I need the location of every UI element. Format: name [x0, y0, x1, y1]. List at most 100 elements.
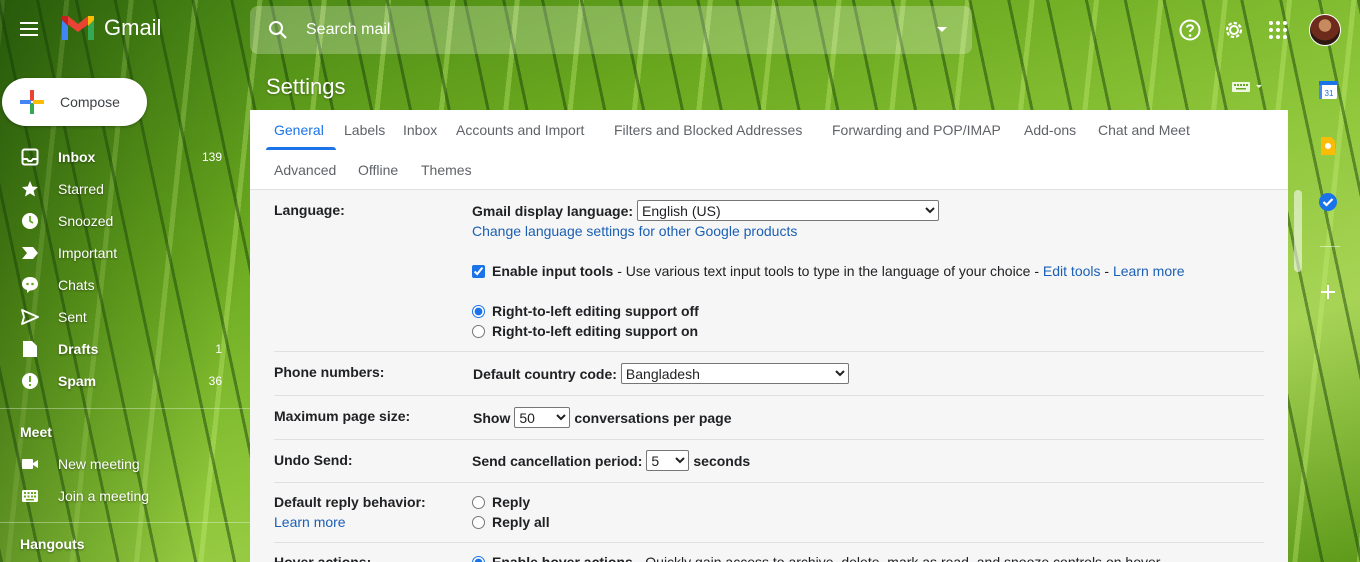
- reply-all-radio[interactable]: [472, 515, 485, 529]
- join-meeting-button[interactable]: Join a meeting: [0, 480, 240, 512]
- phone-numbers-label: Phone numbers:: [274, 364, 385, 380]
- rtl-off-radio[interactable]: [472, 304, 485, 318]
- main-menu-button[interactable]: [14, 18, 44, 42]
- sidebar-item-label: Chats: [58, 277, 95, 293]
- sidebar-item-label: Snoozed: [58, 213, 114, 229]
- sidebar-item-label: Important: [58, 245, 118, 261]
- enable-input-tools-label: Enable input tools: [492, 263, 614, 279]
- tab-forwarding-and-pop-imap[interactable]: Forwarding and POP/IMAP: [832, 122, 1001, 138]
- hangouts-section-title: Hangouts: [20, 536, 85, 552]
- seconds-label: seconds: [693, 452, 751, 469]
- settings-gear-icon[interactable]: [1218, 14, 1250, 46]
- search-input[interactable]: [306, 6, 912, 54]
- sidebar-item-sent[interactable]: Sent: [0, 301, 240, 333]
- tab-accounts-and-import[interactable]: Accounts and Import: [456, 122, 584, 138]
- sidebar-divider: [0, 522, 250, 523]
- page-size-select[interactable]: 50: [514, 407, 571, 428]
- send-icon: [20, 307, 40, 327]
- tab-filters-and-blocked-addresses[interactable]: Filters and Blocked Addresses: [614, 122, 802, 138]
- sidebar-item-starred[interactable]: Starred: [0, 173, 240, 205]
- gmail-logo[interactable]: Gmail: [60, 14, 161, 42]
- google-apps-icon[interactable]: [1262, 14, 1294, 46]
- search-bar[interactable]: [250, 6, 972, 54]
- sidebar-item-drafts[interactable]: Drafts 1: [0, 333, 240, 365]
- cancellation-period-label: Send cancellation period:: [472, 452, 643, 469]
- page-title: Settings: [266, 74, 346, 99]
- sidebar-item-label: Drafts: [58, 341, 99, 357]
- sidebar-item-label: Inbox: [58, 149, 96, 165]
- new-meeting-button[interactable]: New meeting: [0, 448, 240, 480]
- draft-icon: [20, 339, 40, 359]
- svg-text:31: 31: [1325, 89, 1334, 98]
- tab-general[interactable]: General: [274, 122, 324, 138]
- tab-themes[interactable]: Themes: [421, 162, 472, 178]
- undo-send-label: Undo Send:: [274, 452, 353, 468]
- sidebar-item-label: Sent: [58, 309, 87, 325]
- calendar-icon[interactable]: 31: [1308, 70, 1348, 110]
- reply-label: Reply: [492, 494, 531, 510]
- unread-count: 1: [215, 342, 222, 356]
- row-divider: [274, 542, 1264, 543]
- account-avatar[interactable]: [1309, 14, 1341, 46]
- search-options-chevron-down-icon[interactable]: [912, 26, 972, 34]
- sidebar-item-important[interactable]: Important: [0, 237, 240, 269]
- rtl-on-label: Right-to-left editing support on: [492, 323, 699, 339]
- tab-offline[interactable]: Offline: [358, 162, 398, 178]
- new-meeting-label: New meeting: [58, 456, 140, 472]
- page-size-row: Show 50 conversations per page: [473, 407, 732, 428]
- help-icon[interactable]: [1174, 14, 1206, 46]
- input-tools-row: Enable input tools - Use various text in…: [472, 263, 1185, 279]
- rtl-on-row: Right-to-left editing support on: [472, 323, 698, 339]
- unread-count: 36: [208, 374, 222, 388]
- hover-actions-description: - Quickly gain access to archive, delete…: [632, 554, 1164, 562]
- keep-icon[interactable]: [1308, 126, 1348, 166]
- rtl-on-radio[interactable]: [472, 324, 485, 338]
- sidebar-item-spam[interactable]: Spam 36: [0, 365, 240, 397]
- settings-content: Language: Gmail display language: Englis…: [250, 190, 1288, 562]
- unread-count: 139: [201, 150, 222, 164]
- change-language-link[interactable]: Change language settings for other Googl…: [472, 223, 797, 239]
- sidebar-item-chats[interactable]: Chats: [0, 269, 240, 301]
- page-size-suffix: conversations per page: [574, 409, 732, 426]
- tab-add-ons[interactable]: Add-ons: [1024, 122, 1076, 138]
- tab-chat-and-meet[interactable]: Chat and Meet: [1098, 122, 1190, 138]
- tab-advanced[interactable]: Advanced: [274, 162, 336, 178]
- country-code-row: Default country code: Bangladesh: [473, 363, 849, 384]
- enable-hover-actions-label: Enable hover actions: [492, 554, 633, 562]
- side-panel-rail: 31: [1300, 60, 1360, 562]
- compose-label: Compose: [60, 94, 120, 110]
- row-divider: [274, 482, 1264, 483]
- reply-radio[interactable]: [472, 495, 485, 509]
- sidebar-item-label: Starred: [58, 181, 104, 197]
- display-language-row: Gmail display language: English (US): [472, 200, 940, 221]
- cancellation-period-select[interactable]: 5: [646, 450, 690, 471]
- tab-labels[interactable]: Labels: [344, 122, 385, 138]
- country-code-select[interactable]: Bangladesh: [620, 363, 849, 384]
- tab-inbox[interactable]: Inbox: [403, 122, 437, 138]
- enable-input-tools-checkbox[interactable]: [472, 264, 485, 278]
- get-add-ons-plus-icon[interactable]: [1308, 272, 1348, 312]
- reply-learn-more-link[interactable]: Learn more: [274, 514, 346, 530]
- search-icon[interactable]: [250, 20, 306, 40]
- sidebar-item-snoozed[interactable]: Snoozed: [0, 205, 240, 237]
- input-tools-keyboard-icon[interactable]: [1232, 80, 1264, 96]
- tasks-icon[interactable]: [1308, 182, 1348, 222]
- sidebar-item-inbox[interactable]: Inbox 139: [0, 141, 240, 173]
- edit-tools-link[interactable]: Edit tools: [1043, 263, 1101, 279]
- chat-icon: [20, 275, 40, 295]
- display-language-label: Gmail display language:: [472, 202, 634, 219]
- language-label: Language:: [274, 202, 345, 218]
- important-icon: [20, 243, 40, 263]
- enable-hover-actions-radio[interactable]: [472, 555, 485, 562]
- rail-divider: [1320, 246, 1340, 247]
- video-camera-icon: [20, 454, 40, 474]
- separator-dash: -: [1100, 263, 1113, 279]
- spam-icon: [20, 371, 40, 391]
- max-page-size-label: Maximum page size:: [274, 408, 411, 424]
- compose-button[interactable]: Compose: [2, 78, 147, 126]
- learn-more-link[interactable]: Learn more: [1113, 263, 1185, 279]
- country-code-label: Default country code:: [473, 365, 617, 382]
- inbox-icon: [20, 147, 40, 167]
- display-language-select[interactable]: English (US): [637, 200, 940, 221]
- undo-send-row: Send cancellation period: 5 seconds: [472, 450, 750, 471]
